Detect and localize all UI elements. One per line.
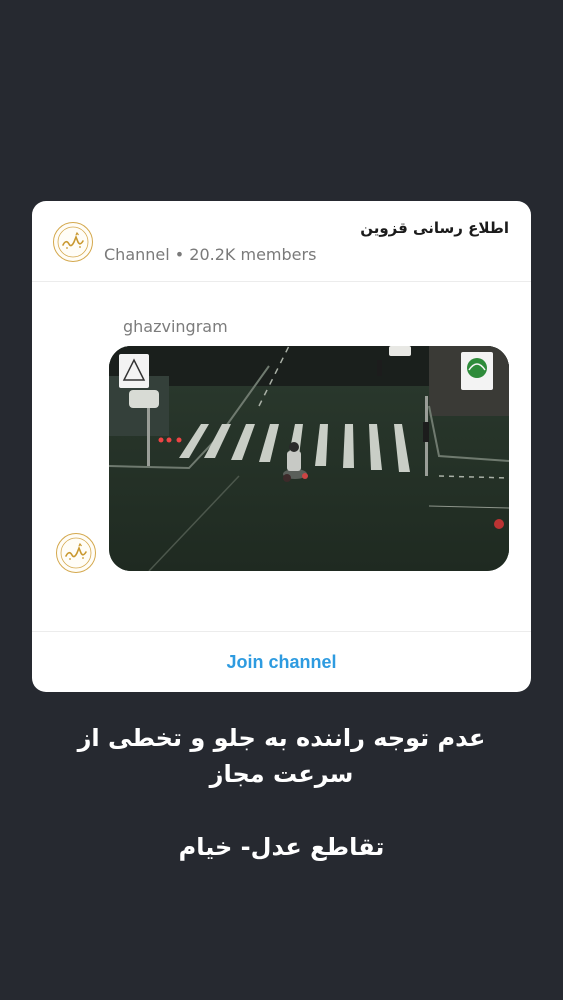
channel-header[interactable]: اطلاع رسانی قزوین Channel • 20.2K member… xyxy=(32,201,531,282)
ghazvin-logo-icon xyxy=(57,226,89,258)
caption-line-1: عدم توجه راننده به جلو و تخطی از xyxy=(77,724,486,752)
join-channel-button[interactable]: Join channel xyxy=(226,652,336,673)
traffic-camera-image xyxy=(109,346,509,571)
caption-block: عدم توجه راننده به جلو و تخطی از سرعت مج… xyxy=(0,720,563,792)
caption-location: تقاطع عدل- خیام xyxy=(178,833,385,861)
sender-avatar[interactable] xyxy=(56,533,96,573)
channel-meta: Channel • 20.2K members xyxy=(104,245,317,264)
caption-line-2: سرعت مجاز xyxy=(209,760,354,788)
sender-name: ghazvingram xyxy=(123,317,228,336)
ghazvin-logo-icon xyxy=(60,537,92,569)
channel-title: اطلاع رسانی قزوین xyxy=(360,219,509,237)
post-video-thumbnail[interactable] xyxy=(109,346,509,571)
channel-card: اطلاع رسانی قزوین Channel • 20.2K member… xyxy=(32,201,531,692)
channel-avatar[interactable] xyxy=(53,222,93,262)
card-footer: Join channel xyxy=(32,631,531,692)
